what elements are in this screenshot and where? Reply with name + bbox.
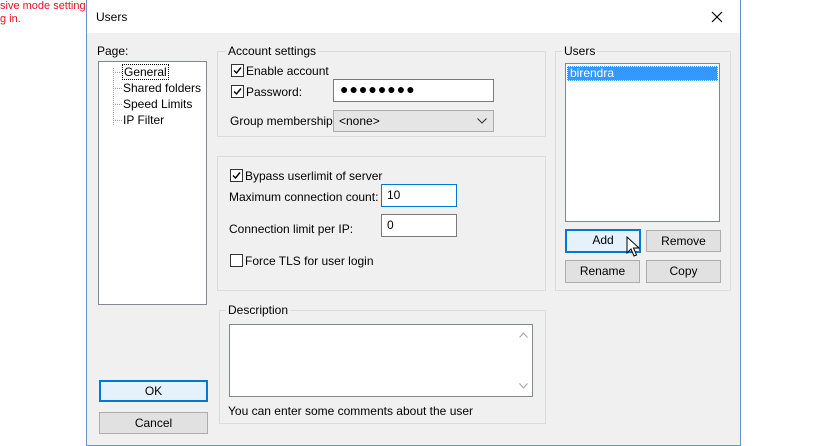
bypass-userlimit-checkbox[interactable]	[230, 169, 243, 182]
checkmark-icon	[233, 88, 242, 96]
page-label: Page:	[97, 44, 129, 58]
max-connection-label: Maximum connection count:	[229, 190, 379, 204]
tree-item-shared-folders[interactable]: Shared folders	[123, 80, 201, 96]
checkmark-icon	[233, 67, 242, 75]
users-dialog: Users Page: General Shared folders Speed…	[86, 0, 741, 446]
cancel-button[interactable]: Cancel	[99, 412, 208, 434]
vertical-scrollbar[interactable]	[515, 325, 532, 396]
background-status-text: sive mode setting g in.	[0, 0, 86, 25]
scroll-up-icon[interactable]	[519, 332, 528, 338]
users-listbox[interactable]: birendra	[565, 63, 720, 222]
page-tree[interactable]: General Shared folders Speed Limits IP F…	[98, 61, 207, 305]
title-bar: Users	[87, 0, 740, 33]
connection-per-ip-label: Connection limit per IP:	[229, 222, 354, 236]
group-membership-value: <none>	[339, 114, 380, 128]
copy-user-button[interactable]: Copy	[646, 260, 721, 283]
description-textarea[interactable]	[229, 324, 533, 397]
window-title: Users	[96, 10, 128, 24]
close-icon	[711, 11, 723, 22]
checkmark-icon	[232, 172, 241, 180]
tree-item-label: General	[122, 64, 169, 80]
force-tls-checkbox[interactable]	[230, 254, 243, 267]
tree-connector	[113, 88, 122, 89]
user-list-item[interactable]: birendra	[567, 66, 718, 81]
password-input[interactable]: ●●●●●●●●	[333, 79, 494, 102]
users-group-title: Users	[562, 44, 598, 58]
bypass-userlimit-label: Bypass userlimit of server	[245, 169, 383, 183]
mouse-pointer-icon	[626, 236, 640, 257]
description-hint: You can enter some comments about the us…	[228, 404, 474, 418]
rename-user-button[interactable]: Rename	[565, 260, 640, 283]
force-tls-label: Force TLS for user login	[245, 254, 374, 268]
remove-user-button[interactable]: Remove	[646, 230, 721, 252]
password-label: Password:	[246, 85, 303, 99]
connection-per-ip-input[interactable]: 0	[381, 214, 457, 237]
scroll-down-icon[interactable]	[519, 383, 528, 389]
tree-connector	[113, 120, 122, 121]
account-settings-title: Account settings	[226, 44, 319, 58]
enable-account-label: Enable account	[246, 64, 329, 78]
tree-connector	[113, 104, 122, 105]
tree-item-general[interactable]: General	[122, 64, 169, 80]
group-membership-label: Group membership:	[230, 114, 337, 128]
enable-account-checkbox[interactable]	[231, 64, 244, 77]
tree-item-ip-filter[interactable]: IP Filter	[123, 112, 164, 128]
ok-button[interactable]: OK	[99, 380, 208, 402]
tree-item-speed-limits[interactable]: Speed Limits	[123, 96, 192, 112]
tree-connector	[113, 68, 114, 125]
group-membership-select[interactable]: <none>	[333, 110, 494, 132]
close-button[interactable]	[694, 0, 740, 33]
tree-connector	[113, 72, 122, 73]
chevron-down-icon	[477, 118, 487, 124]
description-title: Description	[226, 303, 291, 317]
max-connection-input[interactable]: 10	[381, 184, 457, 207]
password-checkbox[interactable]	[231, 85, 244, 98]
